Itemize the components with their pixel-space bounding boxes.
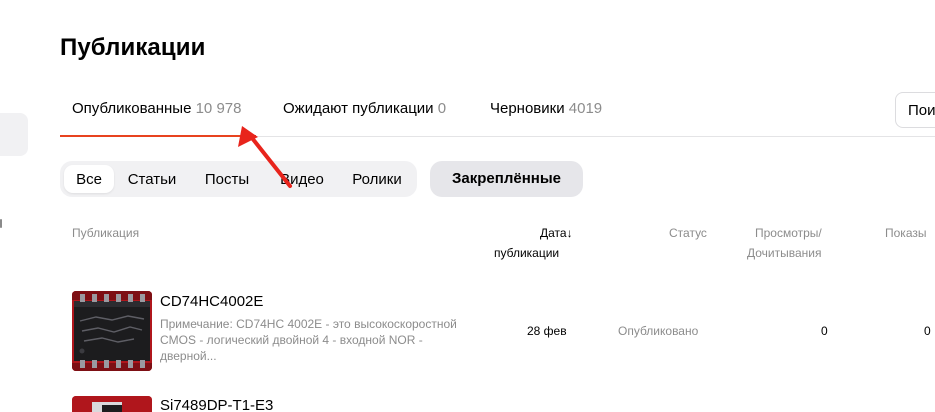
active-tab-indicator: [60, 135, 256, 137]
chip-thumbnail: [72, 291, 152, 371]
sidebar-active-item[interactable]: [0, 113, 28, 156]
left-sidebar-edge: [0, 0, 36, 412]
tab-pending[interactable]: Ожидают публикации 0: [283, 100, 446, 117]
views-count: 0: [821, 324, 828, 338]
chip-photo-icon: [72, 396, 152, 412]
publication-description: Примечание: CD74HC 4002E - это высокоско…: [160, 317, 457, 363]
filter-all[interactable]: Все: [64, 165, 114, 193]
filter-posts[interactable]: Посты: [194, 165, 260, 193]
tab-count: 4019: [568, 100, 603, 117]
tab-label: Опубликованные: [72, 100, 192, 117]
tab-published[interactable]: Опубликованные 10 978: [72, 100, 241, 117]
filter-articles[interactable]: Статьи: [120, 165, 184, 193]
content-type-filter: Все Статьи Посты Видео Ролики: [60, 161, 417, 197]
column-header-status: Статус: [669, 226, 707, 240]
column-header-impressions: Показы: [885, 226, 927, 240]
publication-date: 28 фев: [527, 324, 567, 338]
tab-count: 10 978: [195, 100, 242, 117]
column-header-reads: Дочитывания: [747, 246, 822, 260]
search-input[interactable]: Пои: [895, 92, 935, 128]
column-header-views: Просмотры/: [755, 226, 822, 240]
status-text: Опубликовано: [618, 324, 699, 338]
column-header-date-second-line: публикации: [494, 246, 560, 260]
filter-video[interactable]: Видео: [270, 165, 334, 193]
column-header-publication: Публикация: [72, 226, 140, 240]
chip-photo-icon: [72, 291, 152, 371]
publication-title[interactable]: Si7489DP-T1-E3: [160, 397, 273, 412]
chip-thumbnail: [72, 396, 152, 412]
publication-tabs: Опубликованные 10 978 Ожидают публикации…: [60, 84, 935, 137]
pinned-button[interactable]: Закреплённые: [430, 161, 583, 197]
tab-label: Ожидают публикации: [283, 100, 434, 117]
impressions-count: 0: [924, 324, 931, 338]
filter-shorts[interactable]: Ролики: [343, 165, 411, 193]
date-header-label: Дата↓: [540, 226, 573, 240]
tab-drafts[interactable]: Черновики 4019: [490, 100, 602, 117]
search-text: Пои: [908, 102, 935, 119]
column-header-date[interactable]: Дата↓: [540, 223, 573, 244]
page-title: Публикации: [60, 34, 206, 61]
sidebar-marker: [0, 219, 2, 228]
publication-title[interactable]: CD74HC4002E: [160, 293, 263, 310]
tab-label: Черновики: [490, 100, 565, 117]
tab-count: 0: [437, 100, 447, 117]
